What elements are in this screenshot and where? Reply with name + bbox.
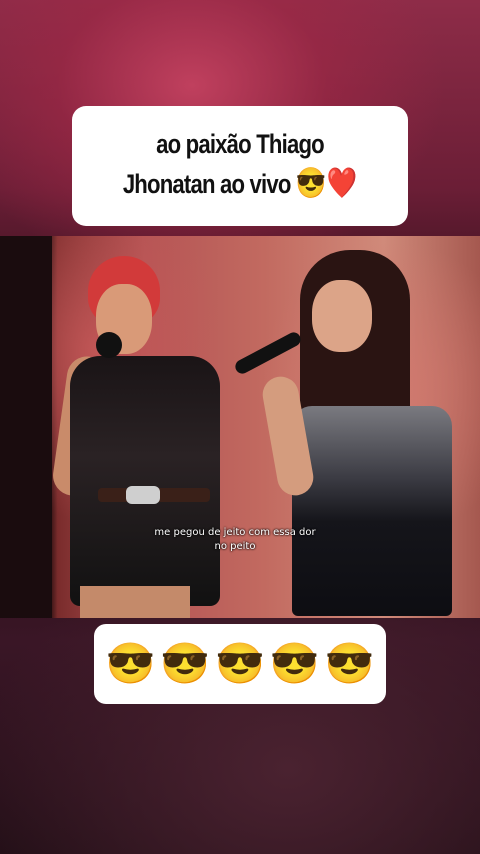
video-player[interactable]: me pegou de jeito com essa dor no peito (0, 236, 480, 618)
singer-left-body (70, 356, 220, 606)
sunglasses-heart-emoji: 😎❤️ (295, 167, 358, 200)
sunglasses-emoji-4: 😎 (269, 642, 320, 686)
singer-right-body (292, 406, 452, 616)
singer-left-legs (80, 586, 190, 618)
sunglasses-emoji-2: 😎 (160, 642, 211, 686)
sunglasses-emoji-3: 😎 (215, 642, 265, 686)
caption-card: ao paixão Thiago Jhonatan ao vivo 😎❤️ (72, 106, 408, 226)
sunglasses-emoji-5: 😎 (324, 642, 375, 686)
caption-line-2: Jhonatan ao vivo 😎❤️ (114, 164, 367, 204)
stage-left-shadow (0, 236, 52, 618)
microphone-left (96, 332, 122, 358)
sunglasses-emoji-1: 😎 (105, 642, 156, 686)
caption-line-2-text: Jhonatan ao vivo (122, 169, 292, 199)
emoji-reaction-card: 😎 😎 😎 😎 😎 (94, 624, 386, 704)
singer-left-buckle (126, 486, 160, 504)
singer-right-face (312, 280, 372, 352)
post-frame: ao paixão Thiago Jhonatan ao vivo 😎❤️ me… (0, 0, 480, 854)
video-subtitle: me pegou de jeito com essa dor no peito (154, 527, 316, 552)
caption-line-1: ao paixão Thiago (156, 129, 325, 159)
